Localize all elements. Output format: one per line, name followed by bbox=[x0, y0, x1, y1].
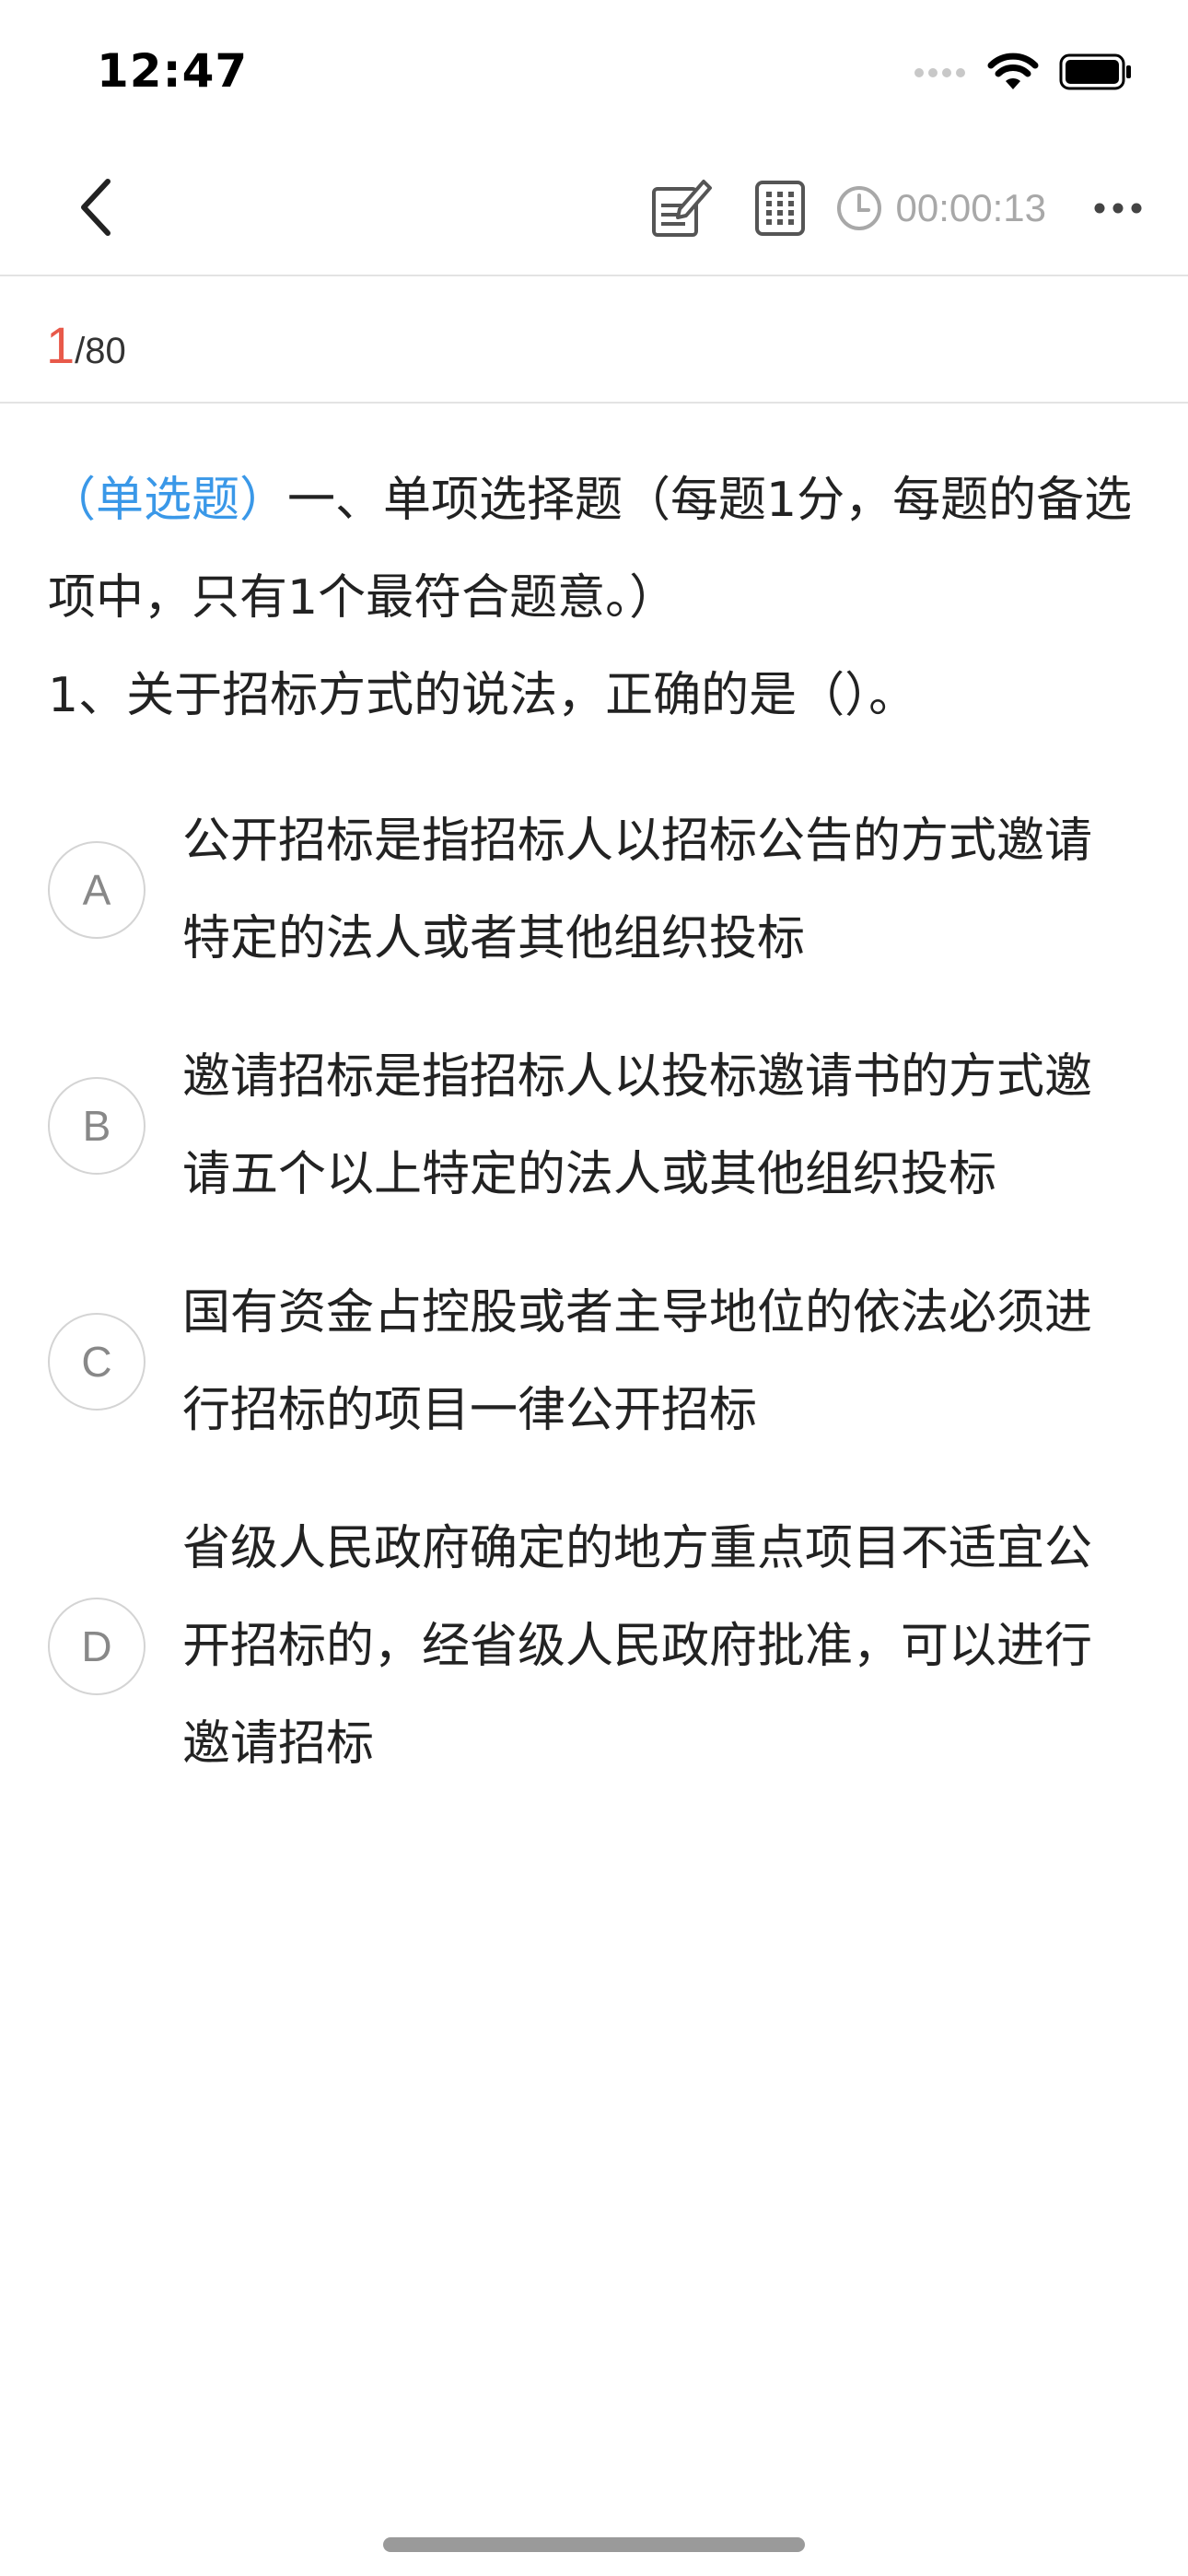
option-c[interactable]: C 国有资金占控股或者主导地位的依法必须进行招标的项目一律公开招标 bbox=[0, 1264, 1188, 1459]
signal-dots-icon bbox=[914, 65, 967, 83]
option-letter-circle[interactable]: C bbox=[48, 1313, 146, 1411]
option-letter-circle[interactable]: D bbox=[48, 1598, 146, 1695]
option-text[interactable]: 邀请招标是指招标人以投标邀请书的方式邀请五个以上特定的法人或其他组织投标 bbox=[182, 1028, 1103, 1224]
back-button[interactable] bbox=[64, 175, 129, 240]
status-bar: 12:47 bbox=[0, 0, 1188, 138]
progress-total: /80 bbox=[75, 331, 126, 371]
question-stem: 1、关于招标方式的说法，正确的是（）。 bbox=[48, 668, 917, 723]
home-indicator[interactable] bbox=[383, 2537, 805, 2552]
exam-timer[interactable]: 00:00:13 bbox=[835, 184, 1047, 232]
notes-edit-icon bbox=[651, 180, 712, 237]
more-button[interactable] bbox=[1085, 175, 1151, 241]
more-dots-icon bbox=[1094, 203, 1142, 214]
options-list: A 公开招标是指招标人以招标公告的方式邀请特定的法人或者其他组织投标 B 邀请招… bbox=[0, 792, 1188, 1833]
option-text[interactable]: 省级人民政府确定的地方重点项目不适宜公开招标的，经省级人民政府批准，可以进行邀请… bbox=[182, 1500, 1103, 1793]
option-text[interactable]: 公开招标是指招标人以招标公告的方式邀请特定的法人或者其他组织投标 bbox=[182, 792, 1103, 988]
question-progress-bar: 1/80 bbox=[0, 276, 1188, 404]
question-progress: 1/80 bbox=[46, 315, 126, 375]
notes-button[interactable] bbox=[647, 175, 714, 241]
question-type-label: （单选题） bbox=[48, 473, 288, 528]
option-letter-circle[interactable]: B bbox=[48, 1077, 146, 1175]
question-header: （单选题）一、单项选择题（每题1分，每题的备选项中，只有1个最符合题意。） bbox=[48, 451, 1144, 647]
option-b[interactable]: B 邀请招标是指招标人以投标邀请书的方式邀请五个以上特定的法人或其他组织投标 bbox=[0, 1028, 1188, 1224]
question-block: （单选题）一、单项选择题（每题1分，每题的备选项中，只有1个最符合题意。） 1、… bbox=[48, 451, 1144, 744]
timer-text: 00:00:13 bbox=[895, 186, 1047, 229]
answer-sheet-grid-icon bbox=[754, 181, 805, 236]
option-text[interactable]: 国有资金占控股或者主导地位的依法必须进行招标的项目一律公开招标 bbox=[182, 1264, 1103, 1459]
option-a[interactable]: A 公开招标是指招标人以招标公告的方式邀请特定的法人或者其他组织投标 bbox=[0, 792, 1188, 988]
option-d[interactable]: D 省级人民政府确定的地方重点项目不适宜公开招标的，经省级人民政府批准，可以进行… bbox=[0, 1500, 1188, 1793]
battery-icon bbox=[1059, 53, 1133, 94]
chevron-left-icon bbox=[81, 179, 111, 236]
option-letter-circle[interactable]: A bbox=[48, 841, 146, 939]
answer-sheet-button[interactable] bbox=[747, 175, 813, 241]
status-icons bbox=[914, 53, 1133, 94]
clock-icon bbox=[836, 186, 881, 230]
nav-actions: 00:00:13 bbox=[647, 175, 1152, 241]
wifi-icon bbox=[987, 53, 1039, 95]
status-time: 12:47 bbox=[97, 44, 249, 98]
progress-current: 1 bbox=[46, 316, 76, 374]
nav-bar: 00:00:13 bbox=[0, 138, 1188, 276]
